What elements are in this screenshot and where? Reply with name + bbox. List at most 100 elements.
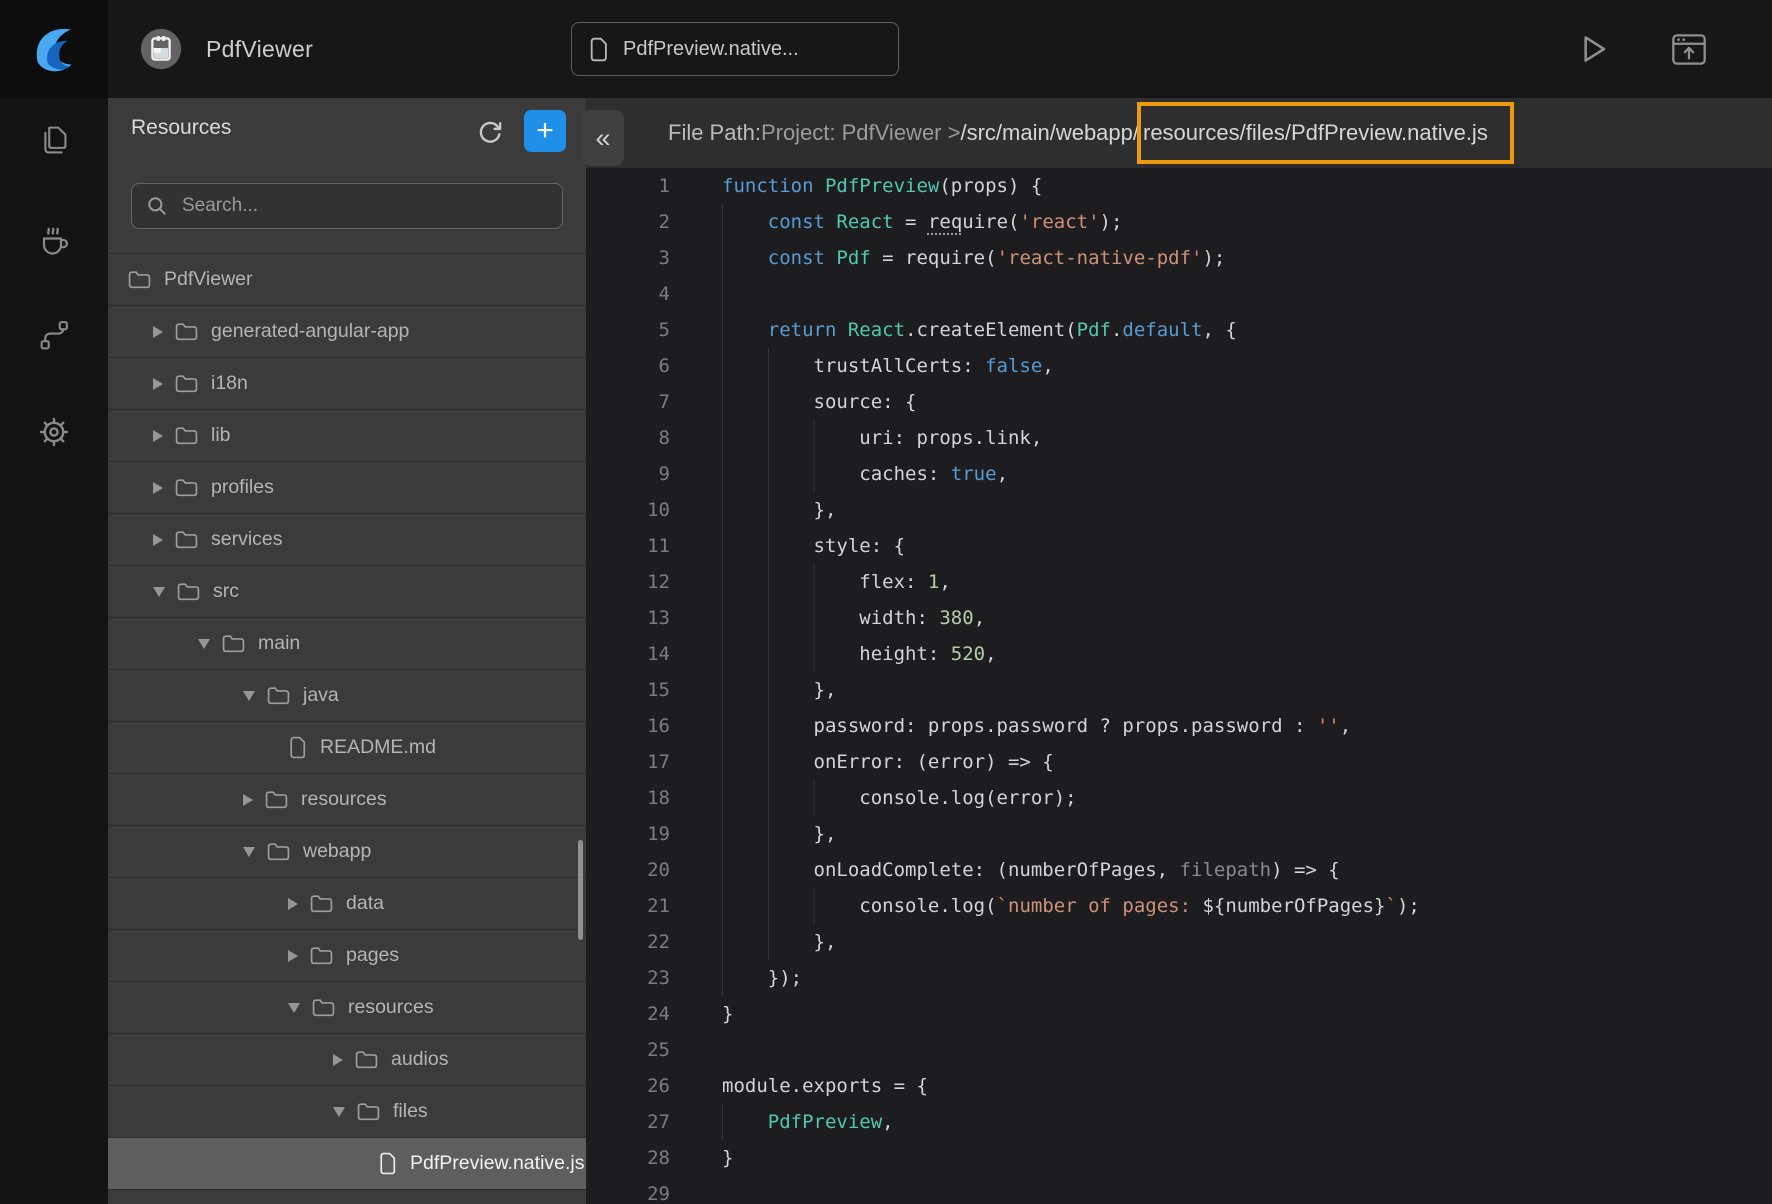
documents-icon[interactable] [33, 120, 75, 162]
code-line[interactable]: 29 [586, 1176, 1772, 1204]
folder-icon [175, 478, 198, 497]
code-line[interactable]: 12 flex: 1, [586, 564, 1772, 600]
code-line[interactable]: 8 uri: props.link, [586, 420, 1772, 456]
chevron-down-icon[interactable] [153, 587, 165, 597]
chevron-right-icon[interactable] [288, 898, 298, 910]
publish-button[interactable] [1666, 26, 1712, 72]
line-number: 14 [586, 636, 670, 672]
tree-item-services[interactable]: services [108, 513, 586, 565]
tree-item-pages[interactable]: pages [108, 929, 586, 981]
code-line-content: console.log(error); [722, 780, 1077, 816]
run-button[interactable] [1572, 28, 1614, 70]
add-resource-button[interactable]: + [524, 110, 566, 152]
chevron-right-icon[interactable] [153, 378, 163, 390]
app-logo[interactable] [0, 0, 108, 98]
settings-gear-icon[interactable] [32, 410, 76, 454]
line-number: 25 [586, 1032, 670, 1068]
code-line[interactable]: 4 [586, 276, 1772, 312]
tree-item-audios[interactable]: audios [108, 1033, 586, 1085]
code-line[interactable]: 23 }); [586, 960, 1772, 996]
tree-item-main[interactable]: main [108, 617, 586, 669]
search-input[interactable] [180, 194, 548, 218]
tree-item-generated-angular-app[interactable]: generated-angular-app [108, 305, 586, 357]
tree-item-pdfpreview-native-js[interactable]: PdfPreview.native.js [108, 1137, 586, 1189]
code-line[interactable]: 24} [586, 996, 1772, 1032]
line-number: 23 [586, 960, 670, 996]
code-line[interactable]: 20 onLoadComplete: (numberOfPages, filep… [586, 852, 1772, 888]
chevron-down-icon[interactable] [243, 847, 255, 857]
code-line[interactable]: 26module.exports = { [586, 1068, 1772, 1104]
chevron-right-icon[interactable] [333, 1054, 343, 1066]
tree-item-i18n[interactable]: i18n [108, 357, 586, 409]
code-line[interactable]: 25 [586, 1032, 1772, 1068]
tree-item-lib[interactable]: lib [108, 409, 586, 461]
chevron-right-icon[interactable] [288, 950, 298, 962]
top-bar: PdfViewer PdfPreview.native... [0, 0, 1772, 98]
coffee-cup-icon[interactable] [32, 216, 76, 260]
tree-item-readme-md[interactable]: README.md [108, 721, 586, 773]
code-editor[interactable]: 1function PdfPreview(props) {2 const Rea… [586, 168, 1772, 1204]
chevron-down-icon[interactable] [198, 639, 210, 649]
code-line[interactable]: 9 caches: true, [586, 456, 1772, 492]
code-line[interactable]: 15 }, [586, 672, 1772, 708]
tree-item-partial[interactable] [108, 1189, 586, 1204]
code-line[interactable]: 22 }, [586, 924, 1772, 960]
code-line[interactable]: 10 }, [586, 492, 1772, 528]
indent-guides [722, 888, 857, 924]
collapse-panel-button[interactable]: « [582, 110, 624, 166]
tree-item-webapp[interactable]: webapp [108, 825, 586, 877]
tree-item-data[interactable]: data [108, 877, 586, 929]
indent-guides [722, 960, 766, 996]
code-line[interactable]: 13 width: 380, [586, 600, 1772, 636]
code-line[interactable]: 17 onError: (error) => { [586, 744, 1772, 780]
code-line[interactable]: 6 trustAllCerts: false, [586, 348, 1772, 384]
tree-item-files[interactable]: files [108, 1085, 586, 1137]
tree-scrollbar-thumb[interactable] [578, 840, 583, 940]
code-line[interactable]: 3 const Pdf = require('react-native-pdf'… [586, 240, 1772, 276]
chevron-right-icon[interactable] [153, 430, 163, 442]
chevron-down-icon[interactable] [243, 691, 255, 701]
code-line[interactable]: 28} [586, 1140, 1772, 1176]
tree-item-src[interactable]: src [108, 565, 586, 617]
tree-item-label: data [346, 892, 384, 915]
code-line-content: source: { [722, 384, 916, 420]
tree-item-label: lib [211, 424, 231, 447]
code-line[interactable]: 27 PdfPreview, [586, 1104, 1772, 1140]
tree-item-label: resources [348, 996, 434, 1019]
code-line[interactable]: 1function PdfPreview(props) { [586, 168, 1772, 204]
tree-item-pdfviewer[interactable]: PdfViewer [108, 253, 586, 305]
open-file-tab[interactable]: PdfPreview.native... [571, 22, 899, 76]
chevron-right-icon[interactable] [153, 482, 163, 494]
chevron-right-icon[interactable] [153, 326, 163, 338]
code-line[interactable]: 18 console.log(error); [586, 780, 1772, 816]
code-line[interactable]: 21 console.log(`number of pages: ${numbe… [586, 888, 1772, 924]
code-line[interactable]: 11 style: { [586, 528, 1772, 564]
code-line-content: const React = require('react'); [722, 204, 1122, 240]
indent-guides [722, 780, 857, 816]
line-number: 27 [586, 1104, 670, 1140]
folder-icon [175, 426, 198, 445]
line-number: 12 [586, 564, 670, 600]
code-line[interactable]: 16 password: props.password ? props.pass… [586, 708, 1772, 744]
tree-item-label: java [303, 684, 339, 707]
code-line[interactable]: 19 }, [586, 816, 1772, 852]
chevron-down-icon[interactable] [333, 1107, 345, 1117]
code-line-content: height: 520, [722, 636, 997, 672]
code-line-content: width: 380, [722, 600, 985, 636]
chevron-down-icon[interactable] [288, 1003, 300, 1013]
chevron-right-icon[interactable] [153, 534, 163, 546]
code-line[interactable]: 7 source: { [586, 384, 1772, 420]
tree-item-profiles[interactable]: profiles [108, 461, 586, 513]
tree-item-resources[interactable]: resources [108, 773, 586, 825]
indent-guides [722, 672, 812, 708]
flow-connector-icon[interactable] [33, 314, 75, 356]
code-line[interactable]: 5 return React.createElement(Pdf.default… [586, 312, 1772, 348]
chevron-right-icon[interactable] [243, 794, 253, 806]
refresh-icon[interactable] [474, 115, 506, 147]
code-line[interactable]: 2 const React = require('react'); [586, 204, 1772, 240]
code-line[interactable]: 14 height: 520, [586, 636, 1772, 672]
tree-item-resources[interactable]: resources [108, 981, 586, 1033]
tree-item-java[interactable]: java [108, 669, 586, 721]
code-line-content: }, [722, 672, 836, 708]
line-number: 6 [586, 348, 670, 384]
